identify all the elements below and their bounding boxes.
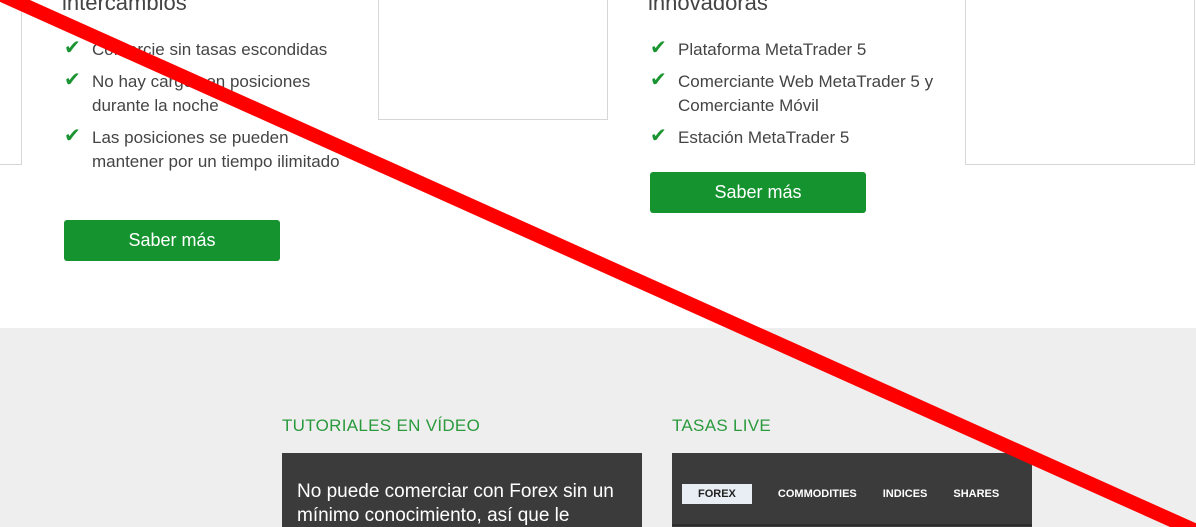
feature-text: Plataforma MetaTrader 5 (678, 40, 867, 59)
tab-indices[interactable]: INDICES (883, 484, 928, 504)
list-item: ✔ Plataforma MetaTrader 5 (648, 37, 958, 62)
tutorials-title: TUTORIALES EN VÍDEO (282, 416, 481, 435)
feature-text: Las posiciones se pueden mantener por un… (92, 128, 340, 171)
video-tutorials-panel[interactable]: No puede comerciar con Forex sin un míni… (282, 453, 642, 527)
image-placeholder-right (965, 0, 1195, 165)
learn-more-button-left[interactable]: Saber más (64, 220, 280, 261)
list-item: ✔ Comercie sin tasas escondidas (62, 37, 362, 62)
rates-tab-bar: FOREX COMMODITIES INDICES SHARES (682, 484, 1025, 504)
check-icon: ✔ (650, 69, 667, 91)
tab-forex[interactable]: FOREX (682, 484, 752, 504)
list-item: ✔ Comerciante Web MetaTrader 5 y Comerci… (648, 69, 958, 118)
rates-divider (672, 524, 1032, 526)
check-icon: ✔ (64, 125, 81, 147)
list-item: ✔ No hay cargos en posiciones durante la… (62, 69, 362, 118)
tab-shares[interactable]: SHARES (953, 484, 999, 504)
live-rates-title: TASAS LIVE (672, 416, 772, 435)
feature-text: Comercie sin tasas escondidas (92, 40, 328, 59)
live-rates-panel: FOREX COMMODITIES INDICES SHARES (672, 453, 1032, 527)
features-right-heading: innovadoras (648, 0, 768, 15)
feature-text: Comerciante Web MetaTrader 5 y Comercian… (678, 72, 934, 115)
video-tutorials-text: No puede comerciar con Forex sin un míni… (297, 481, 614, 526)
tab-commodities[interactable]: COMMODITIES (778, 484, 857, 504)
features-section: intercambios ✔ Comercie sin tasas escond… (0, 0, 1196, 328)
features-left-heading: intercambios (62, 0, 187, 15)
features-right-list: ✔ Plataforma MetaTrader 5 ✔ Comerciante … (648, 37, 958, 158)
check-icon: ✔ (650, 125, 667, 147)
learn-more-button-right[interactable]: Saber más (650, 172, 866, 213)
image-placeholder-middle (378, 0, 608, 120)
feature-text: No hay cargos en posiciones durante la n… (92, 72, 311, 115)
check-icon: ✔ (650, 37, 667, 59)
resources-section: TUTORIALES EN VÍDEO TASAS LIVE No puede … (0, 328, 1196, 527)
feature-text: Estación MetaTrader 5 (678, 128, 850, 147)
list-item: ✔ Las posiciones se pueden mantener por … (62, 125, 362, 174)
check-icon: ✔ (64, 69, 81, 91)
features-left-list: ✔ Comercie sin tasas escondidas ✔ No hay… (62, 37, 362, 182)
check-icon: ✔ (64, 37, 81, 59)
image-frame-left (0, 0, 22, 165)
list-item: ✔ Estación MetaTrader 5 (648, 125, 958, 150)
